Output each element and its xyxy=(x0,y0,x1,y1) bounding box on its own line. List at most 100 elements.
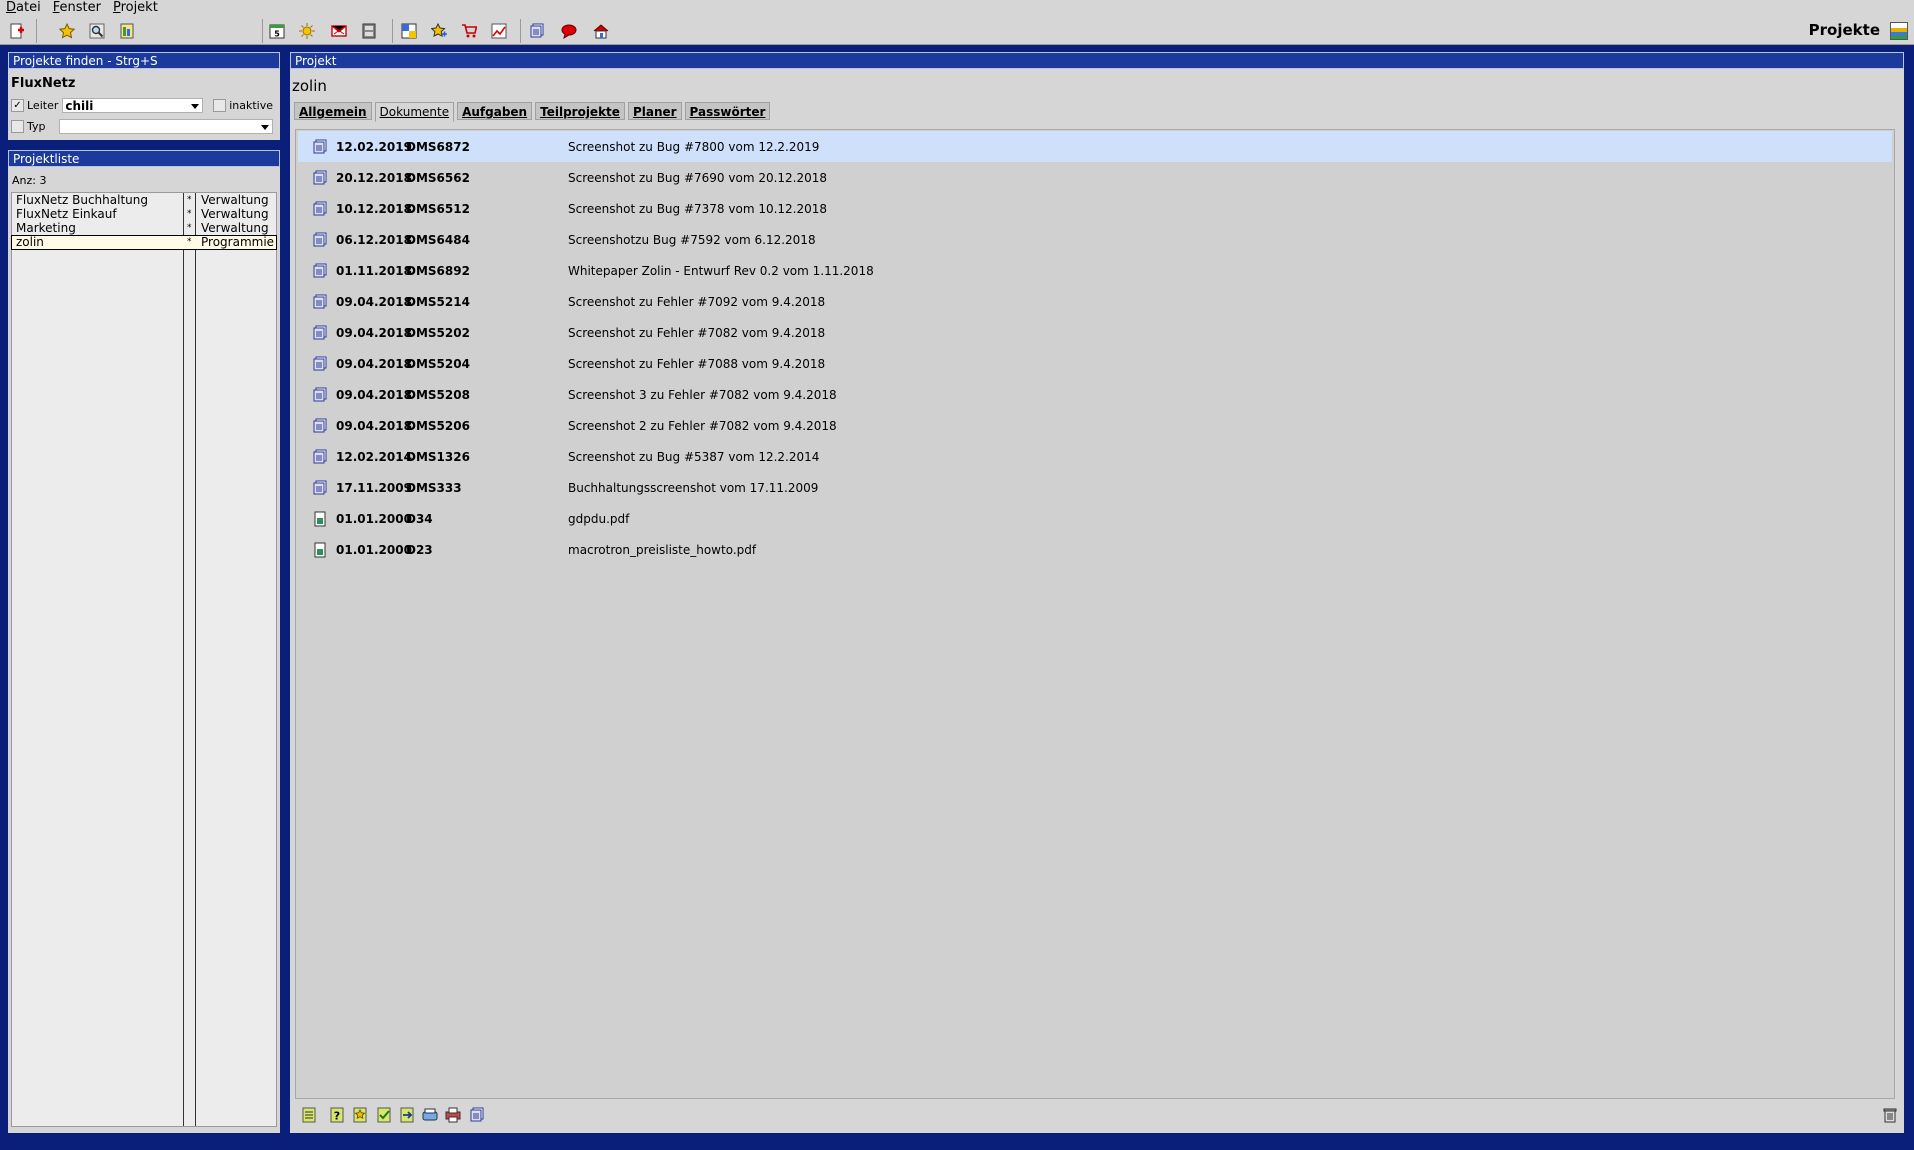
help-icon[interactable]: ? xyxy=(329,1107,345,1123)
menu-bar: Datei Fenster Projekt xyxy=(0,0,1914,16)
list-icon[interactable] xyxy=(301,1107,317,1123)
table-row[interactable]: 20.12.2018 DMS6562 Screenshot zu Bug #7690… xyxy=(298,162,1892,193)
doc-date: 09.04.2018 xyxy=(336,295,412,309)
project-category: Verwaltung xyxy=(201,194,269,207)
sun-button[interactable] xyxy=(296,20,318,42)
typ-checkbox[interactable] xyxy=(11,119,24,133)
inaktive-checkbox[interactable] xyxy=(213,98,227,112)
list-item[interactable]: FluxNetz Einkauf * Verwaltung xyxy=(12,208,276,221)
find-panel-header: Projekte finden - Strg+S xyxy=(8,52,280,69)
doc-date: 10.12.2018 xyxy=(336,202,412,216)
project-listbox[interactable]: FluxNetz Buchhaltung * Verwaltung FluxNe… xyxy=(11,192,277,1127)
list-item[interactable]: FluxNetz Buchhaltung * Verwaltung xyxy=(12,194,276,207)
search-icon xyxy=(89,23,105,39)
tab-teilprojekte[interactable]: Teilprojekte xyxy=(535,102,625,120)
leiter-value: chili xyxy=(65,98,94,113)
doc-id: DMS5202 xyxy=(406,326,470,340)
calendar-button[interactable]: 5 xyxy=(266,20,288,42)
table-row[interactable]: 09.04.2018 DMS5208 Screenshot 3 zu Fehler … xyxy=(298,379,1892,410)
doc-date: 09.04.2018 xyxy=(336,326,412,340)
star-add-button[interactable] xyxy=(428,20,450,42)
doc-date: 17.11.2009 xyxy=(336,481,412,495)
table-row[interactable]: 09.04.2018 DMS5214 Screenshot zu Fehler #7… xyxy=(298,286,1892,317)
home-button[interactable] xyxy=(590,20,612,42)
table-row[interactable]: 09.04.2018 DMS5206 Screenshot 2 zu Fehler … xyxy=(298,410,1892,441)
tab-dokumente-label: Dokumente xyxy=(379,105,450,119)
doc-title: Screenshot 3 zu Fehler #7082 vom 9.4.201… xyxy=(568,388,837,402)
scan-icon[interactable] xyxy=(422,1107,438,1123)
chevron-down-icon xyxy=(260,124,269,130)
print-icon[interactable] xyxy=(445,1107,461,1123)
project-category: Verwaltung xyxy=(201,222,269,235)
sticky-note-button[interactable] xyxy=(398,20,420,42)
dms-icon xyxy=(312,294,328,310)
project-star: * xyxy=(187,195,192,205)
star-add-icon xyxy=(431,23,447,38)
list-item-selected[interactable]: zolin * Programmieru xyxy=(11,235,277,250)
doc-title: Buchhaltungsscreenshot vom 17.11.2009 xyxy=(568,481,819,495)
tab-dokumente[interactable]: Dokumente xyxy=(374,102,455,122)
table-row[interactable]: 01.11.2018 DMS6892 Whitepaper Zolin - Entw… xyxy=(298,255,1892,286)
chart-icon xyxy=(491,23,507,39)
table-row[interactable]: 09.04.2018 DMS5204 Screenshot zu Fehler #7… xyxy=(298,348,1892,379)
search-button[interactable] xyxy=(86,20,108,42)
document-list[interactable]: 12.02.2019 DMS6872 Screenshot zu Bug #7800… xyxy=(295,129,1895,1099)
menu-projekt[interactable]: Projekt xyxy=(107,0,164,16)
mail-delete-button[interactable] xyxy=(328,20,350,42)
leiter-checkbox[interactable]: ✓ xyxy=(11,98,24,112)
tab-planer[interactable]: Planer xyxy=(627,102,682,120)
svg-text:5: 5 xyxy=(274,30,280,39)
leiter-select[interactable]: chili xyxy=(62,97,204,113)
table-row[interactable]: 01.01.2000 D23 macrotron_preisliste_howto.… xyxy=(298,534,1892,565)
doc-id: DMS333 xyxy=(406,481,462,495)
doc-id: DMS6512 xyxy=(406,202,470,216)
table-row[interactable]: 12.02.2014 DMS1326 Screenshot zu Bug #5387… xyxy=(298,441,1892,472)
tab-allgemein[interactable]: Allgemein xyxy=(294,102,372,120)
menu-fenster[interactable]: Fenster xyxy=(47,0,107,16)
menu-datei[interactable]: Datei xyxy=(0,0,47,16)
tab-aufgaben[interactable]: Aufgaben xyxy=(457,102,533,120)
archive-button[interactable] xyxy=(358,20,380,42)
new-doc-icon[interactable] xyxy=(352,1107,368,1123)
table-row[interactable]: 12.02.2019 DMS6872 Screenshot zu Bug #7800… xyxy=(298,131,1892,162)
doc-id: DMS1326 xyxy=(406,450,470,464)
favorites-button[interactable] xyxy=(56,20,78,42)
tab-passwoerter[interactable]: Passwörter xyxy=(684,102,771,120)
table-row[interactable]: 01.01.2000 D34 gdpdu.pdf xyxy=(298,503,1892,534)
typ-select[interactable] xyxy=(58,118,273,134)
table-row[interactable]: 06.12.2018 DMS6484 Screenshotzu Bug #7592 … xyxy=(298,224,1892,255)
dms-icon xyxy=(312,232,328,248)
doc-date: 12.02.2019 xyxy=(336,140,412,154)
leiter-row: ✓ Leiter chili inaktive xyxy=(11,96,277,114)
cart-button[interactable] xyxy=(458,20,480,42)
file-icon xyxy=(312,542,328,558)
project-name: zolin xyxy=(16,235,44,249)
documents-button[interactable] xyxy=(526,20,548,42)
doc-title: Screenshot zu Bug #7690 vom 20.12.2018 xyxy=(568,171,828,185)
chart-button[interactable] xyxy=(488,20,510,42)
doc-date: 20.12.2018 xyxy=(336,171,412,185)
check-icon[interactable] xyxy=(376,1107,392,1123)
table-row[interactable]: 10.12.2018 DMS6512 Screenshot zu Bug #7378… xyxy=(298,193,1892,224)
dms-icon[interactable] xyxy=(469,1107,485,1123)
doc-date: 01.01.2000 xyxy=(336,512,412,526)
leiter-label: Leiter xyxy=(27,98,59,112)
file-icon xyxy=(312,511,328,527)
list-item[interactable]: Marketing * Verwaltung xyxy=(12,222,276,235)
doc-id: DMS5208 xyxy=(406,388,470,402)
project-category: Verwaltung xyxy=(201,208,269,221)
speech-bubble-button[interactable] xyxy=(558,20,580,42)
doc-title: Screenshot zu Fehler #7082 vom 9.4.2018 xyxy=(568,326,826,340)
report-button[interactable] xyxy=(116,20,138,42)
export-icon[interactable] xyxy=(399,1107,415,1123)
doc-id: DMS6484 xyxy=(406,233,470,247)
find-name-field[interactable]: FluxNetz xyxy=(11,76,275,91)
table-row[interactable]: 17.11.2009 DMS333 Buchhaltungsscreenshot v… xyxy=(298,472,1892,503)
chevron-down-icon xyxy=(191,103,200,109)
mail-delete-icon xyxy=(331,25,347,37)
trash-icon[interactable] xyxy=(1882,1107,1898,1123)
table-row[interactable]: 09.04.2018 DMS5202 Screenshot zu Fehler #7… xyxy=(298,317,1892,348)
calendar-icon: 5 xyxy=(269,24,285,39)
new-project-button[interactable] xyxy=(6,20,28,42)
doc-title: Screenshot zu Bug #5387 vom 12.2.2014 xyxy=(568,450,820,464)
